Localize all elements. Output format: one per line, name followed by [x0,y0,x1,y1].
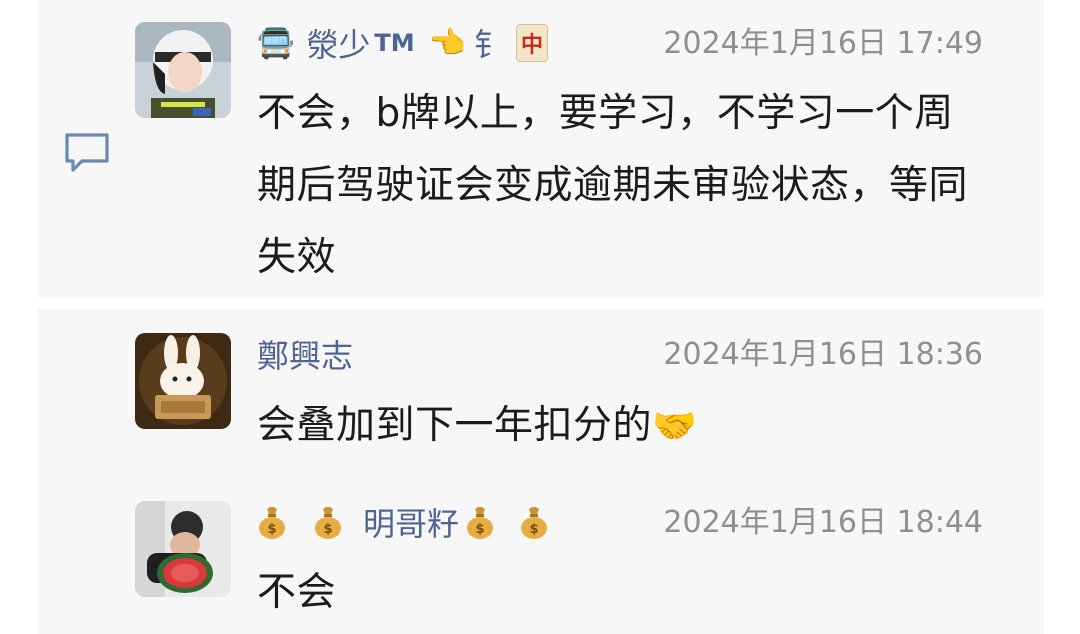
username-comment-1[interactable]: 滎少 [306,20,370,66]
svg-text:$: $ [267,522,276,537]
svg-text:$: $ [323,522,332,537]
money-bag-icon: $ [521,507,548,539]
timestamp-comment-2: 2024年1月16日 18:36 [663,337,983,372]
username-line-comment-2[interactable]: 鄭興志 [257,331,353,377]
avatar-comment-1[interactable] [135,22,231,118]
svg-text:$: $ [529,522,538,537]
money-bag-icon: $ [467,507,494,539]
comment-text-2-body: 会叠加到下一年扣分的 [257,403,653,448]
comment-text-3[interactable]: 不会 [257,557,987,629]
mahjong-tile-icon: 中 [516,24,549,62]
timestamp-comment-1: 2024年1月16日 17:49 [663,26,983,61]
comment-text-1[interactable]: 不会，b牌以上，要学习，不学习一个周期后驾驶证会变成逾期未审验状态，等同失效 [257,78,987,294]
username-line-comment-1[interactable]: 🚍 滎少 TM 👈 钅 中 [257,20,549,66]
tm-mark: TM [374,29,415,57]
comment-icon[interactable] [62,130,112,174]
bus-emoji: 🚍 [257,25,295,61]
handshake-emoji: 🤝 [652,406,698,447]
username-comment-2[interactable]: 鄭興志 [257,331,353,377]
svg-text:$: $ [475,522,484,537]
money-bag-icon: $ [259,507,285,539]
comment-text-2[interactable]: 会叠加到下一年扣分的🤝 [257,390,987,463]
pointing-hand-emoji: 👈 [428,25,466,61]
avatar-comment-3[interactable] [135,501,231,597]
username-line-comment-3[interactable]: $ $ 明哥籽 $ $ [257,499,549,545]
username-fragment: 钅 [474,26,507,64]
username-comment-3[interactable]: 明哥籽 [363,499,459,545]
money-bag-icon: $ [315,507,341,539]
avatar-comment-2[interactable] [135,333,231,429]
timestamp-comment-3: 2024年1月16日 18:44 [663,505,983,540]
